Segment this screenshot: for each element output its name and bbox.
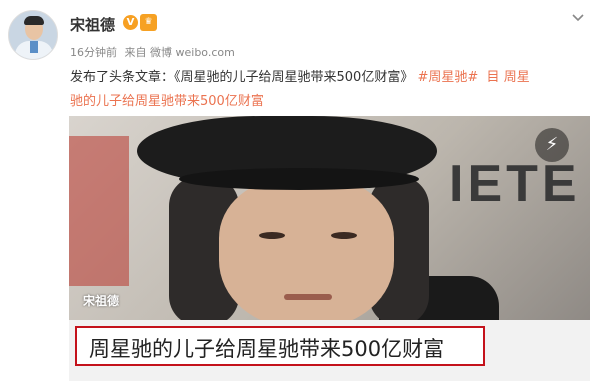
article-card[interactable]: IETE 宋祖德 ⚡ 周星驰的儿子给周星驰带来500亿财富 (69, 116, 590, 381)
watermark: 宋祖德 (83, 294, 120, 308)
avatar-tie (30, 41, 38, 53)
post-meta: 16分钟前 来自 微博 weibo.com (70, 44, 239, 60)
hashtag-link[interactable]: #周星驰# (417, 70, 478, 85)
article-link-part2[interactable]: 驰的儿子给周星驰带来500亿财富 (70, 94, 264, 109)
article-title: 周星驰的儿子给周星驰带来500亿财富 (89, 337, 445, 361)
avatar-hair (24, 16, 44, 25)
photo-mouth (284, 294, 332, 300)
chevron-down-icon[interactable] (571, 12, 585, 26)
photo-sign-text: IETE (449, 155, 581, 213)
article-photo[interactable]: IETE 宋祖德 ⚡ (69, 116, 590, 320)
post-time[interactable]: 16分钟前 (70, 46, 117, 59)
lightning-icon[interactable]: ⚡ (535, 128, 569, 162)
photo-background-stripe (69, 136, 129, 286)
post-source: 来自 微博 weibo.com (124, 46, 235, 59)
photo-eye-left (259, 232, 285, 239)
photo-eye-right (331, 232, 357, 239)
post-text: 发布了头条文章：《周星驰的儿子给周星驰带来500亿财富》 #周星驰# 目 周星 … (70, 66, 590, 114)
avatar[interactable] (8, 10, 58, 60)
post-prefix: 发布了头条文章： (70, 70, 175, 85)
verified-icon: V (123, 15, 138, 30)
article-title-link[interactable]: 《周星驰的儿子给周星驰带来500亿财富》 (174, 70, 413, 85)
photo-cap-brim (179, 168, 419, 190)
article-link-icon[interactable]: 目 (487, 70, 500, 85)
user-name[interactable]: 宋祖德 (70, 14, 115, 35)
article-link-part1[interactable]: 周星 (504, 70, 530, 85)
member-badge-icon: ♛ (140, 14, 157, 31)
article-title-box[interactable]: 周星驰的儿子给周星驰带来500亿财富 (75, 326, 485, 366)
